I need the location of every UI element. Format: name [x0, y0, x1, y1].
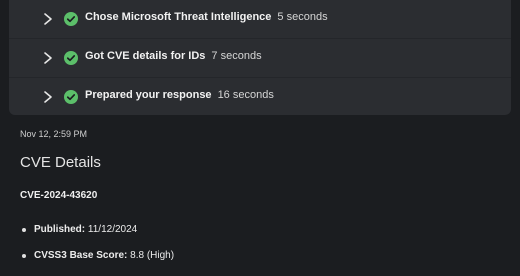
step-duration: 16 seconds [217, 89, 274, 101]
detail-value: 8.8 (High) [130, 250, 175, 261]
step-row[interactable]: Chose Microsoft Threat Intelligence 5 sec… [9, 0, 511, 38]
check-circle-icon [64, 12, 78, 26]
message-heading: CVE Details [20, 154, 101, 171]
detail-label: Published: [34, 224, 86, 235]
step-duration: 5 seconds [277, 11, 328, 23]
list-item: Published: 11/12/2024 [22, 224, 174, 250]
detail-label: CVSS3 Base Score: [34, 250, 128, 261]
step-title: Chose Microsoft Threat Intelligence 5 sec… [85, 11, 328, 23]
cve-id: CVE-2024-43620 [20, 190, 98, 201]
chevron-right-icon[interactable] [42, 51, 54, 65]
list-item: CVSS3 Base Score: 8.8 (High) [22, 250, 175, 276]
check-circle-icon [64, 51, 78, 65]
step-title: Prepared your response 16 seconds [85, 89, 274, 101]
check-circle-icon [64, 90, 78, 104]
chevron-right-icon[interactable] [42, 12, 54, 26]
detail-value: 11/12/2024 [87, 224, 138, 235]
step-row[interactable]: Prepared your response 16 seconds [9, 77, 511, 116]
chevron-right-icon[interactable] [42, 90, 54, 104]
message-timestamp: Nov 12, 2:59 PM [20, 129, 88, 139]
cve-details-list: Published: 11/12/2024 CVSS3 Base Score: … [22, 224, 175, 276]
steps-panel: Chose Microsoft Threat Intelligence 5 sec… [9, 0, 511, 115]
bullet-icon [22, 228, 26, 232]
step-title: Got CVE details for IDs 7 seconds [85, 50, 262, 62]
bullet-icon [22, 254, 26, 258]
step-row[interactable]: Got CVE details for IDs 7 seconds [9, 38, 511, 77]
step-duration: 7 seconds [211, 50, 262, 62]
